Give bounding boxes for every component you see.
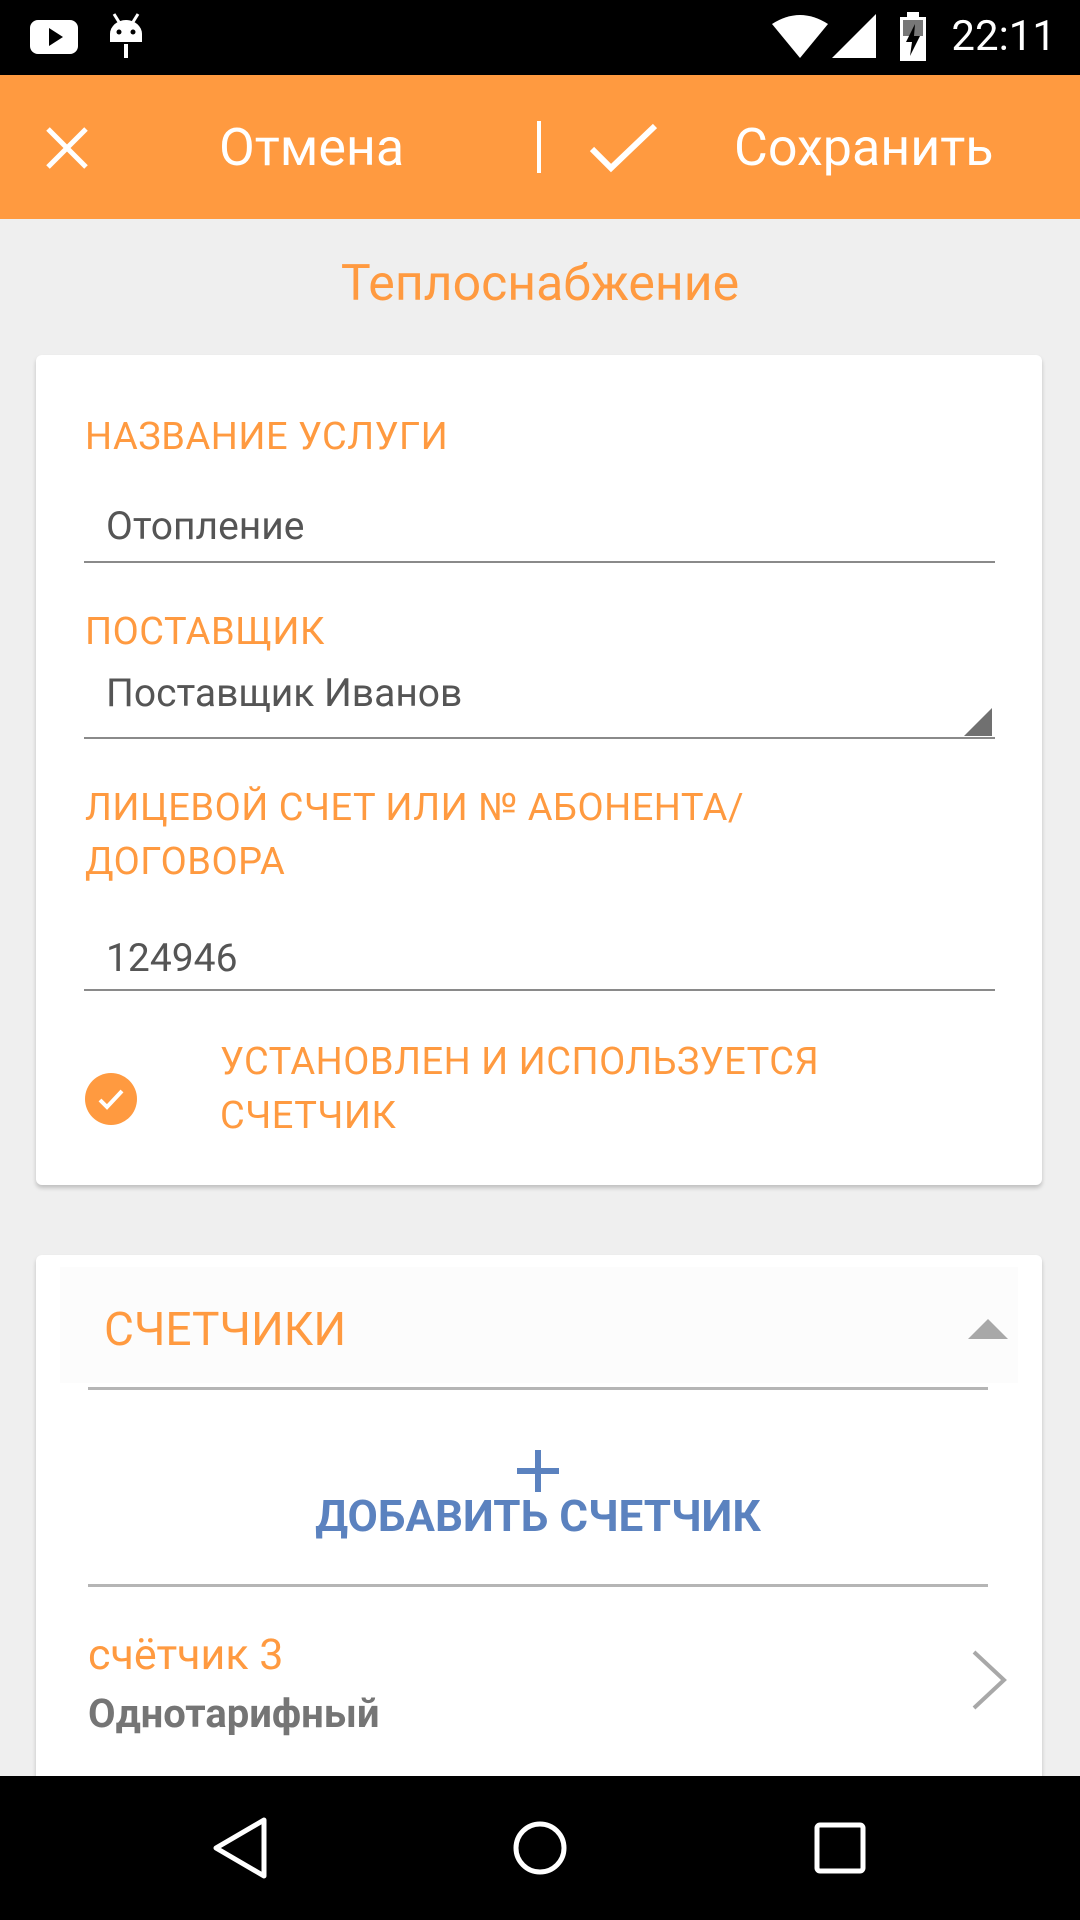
service-name-label: НАЗВАНИЕ УСЛУГИ [85,415,449,459]
plus-icon [517,1450,559,1492]
meter-installed-checkbox[interactable]: УСТАНОВЛЕН И ИСПОЛЬЗУЕТСЯ СЧЕТЧИК [76,1035,996,1155]
youtube-icon [30,20,78,54]
add-meter-label: ДОБАВИТЬ СЧЕТЧИК [315,1490,761,1542]
meters-title: СЧЕТЧИКИ [104,1303,347,1357]
dropdown-arrow-icon [964,708,992,736]
account-value: 124946 [106,935,238,981]
account-field[interactable]: 124946 [84,925,995,991]
nav-recents-icon[interactable] [812,1818,868,1878]
meter-list-item[interactable]: счётчик 3 Однотарифный [88,1630,1007,1760]
cancel-button[interactable]: Отмена [0,75,530,219]
meter-installed-label-line1: УСТАНОВЛЕН И ИСПОЛЬЗУЕТСЯ [220,1040,820,1084]
collapse-arrow-icon [968,1319,1008,1339]
cancel-label: Отмена [219,117,405,178]
toolbar-divider [537,121,541,173]
service-name-value: Отопление [106,503,305,549]
add-meter-divider [88,1584,988,1587]
meter-name: счётчик 3 [88,1630,284,1680]
meters-card: СЧЕТЧИКИ ДОБАВИТЬ СЧЕТЧИК счётчик 3 Одно… [36,1255,1042,1815]
nav-home-icon[interactable] [510,1816,570,1880]
meters-header-divider [88,1387,988,1390]
nav-back-icon[interactable] [210,1816,270,1880]
check-icon [589,123,658,173]
supplier-label: ПОСТАВЩИК [85,610,325,654]
meter-type: Однотарифный [88,1690,380,1737]
save-button[interactable]: Сохранить [545,75,1080,219]
signal-icon [832,14,876,58]
wifi-icon [772,15,828,58]
add-meter-button[interactable]: ДОБАВИТЬ СЧЕТЧИК [88,1438,988,1588]
android-debug-icon [110,13,142,58]
close-icon [46,127,88,169]
supplier-value: Поставщик Иванов [106,670,463,716]
navigation-bar [0,1776,1080,1920]
supplier-select[interactable]: Поставщик Иванов [84,670,995,739]
service-form-card: НАЗВАНИЕ УСЛУГИ Отопление ПОСТАВЩИК Пост… [36,355,1042,1185]
action-toolbar: Отмена Сохранить [0,75,1080,219]
chevron-right-icon [972,1650,1007,1710]
meters-header[interactable]: СЧЕТЧИКИ [60,1267,1018,1383]
account-label-line1: ЛИЦЕВОЙ СЧЕТ ИЛИ № АБОНЕНТА/ [85,786,745,830]
status-bar: 22:11 [0,0,1080,75]
status-time: 22:11 [951,12,1056,61]
battery-charging-icon [900,12,926,61]
check-circle-icon [85,1073,137,1125]
page-title: Теплоснабжение [340,255,740,313]
account-label-line2: ДОГОВОРА [85,840,286,884]
meter-installed-label-line2: СЧЕТЧИК [220,1094,397,1138]
save-label: Сохранить [734,117,994,178]
service-name-field[interactable]: Отопление [84,495,995,563]
